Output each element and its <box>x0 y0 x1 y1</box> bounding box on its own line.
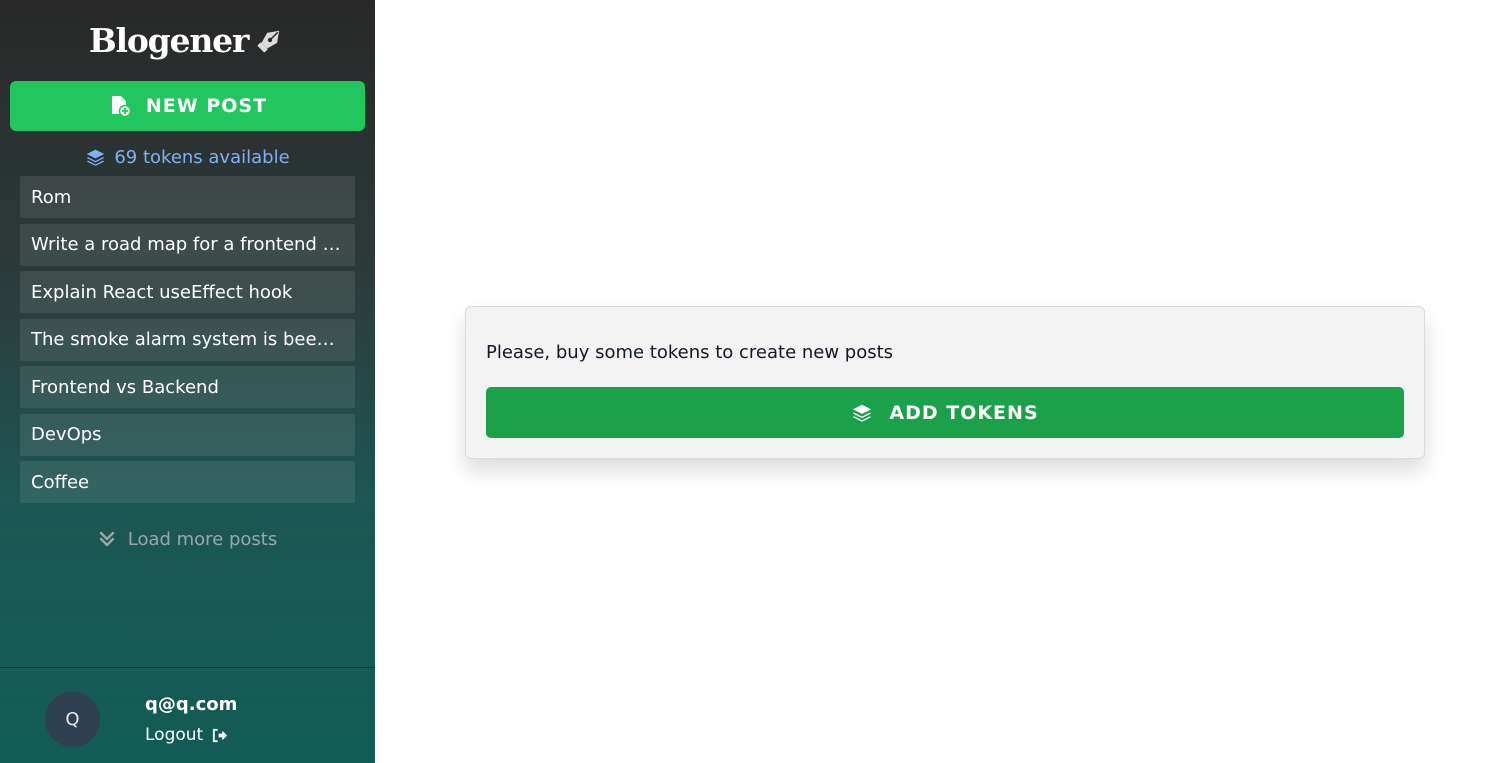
layer-group-icon <box>85 147 106 168</box>
avatar: Q <box>45 692 100 747</box>
load-more-label: Load more posts <box>127 528 278 550</box>
load-more-button[interactable]: Load more posts <box>0 525 375 553</box>
logout-link[interactable]: Logout <box>145 725 228 745</box>
buy-tokens-message: Please, buy some tokens to create new po… <box>486 342 894 363</box>
post-list-item[interactable]: DevOps <box>20 413 355 456</box>
post-list-item[interactable]: Coffee <box>20 461 355 503</box>
new-post-label: NEW POST <box>145 95 268 117</box>
chevrons-down-icon <box>98 530 116 548</box>
post-list-item[interactable]: Explain React useEffect hook <box>20 271 355 313</box>
pen-nib-icon <box>254 24 286 56</box>
logo[interactable]: Blogener <box>0 18 375 62</box>
post-list-item[interactable]: The smoke alarm system is beeping <box>20 318 355 361</box>
post-title: Frontend vs Backend <box>31 376 219 398</box>
post-title: DevOps <box>31 424 102 445</box>
post-title: Coffee <box>31 471 90 493</box>
post-title: Explain React useEffect hook <box>31 281 293 303</box>
tokens-available: 69 tokens available <box>0 144 375 170</box>
file-plus-icon <box>108 94 132 118</box>
tokens-label: 69 tokens available <box>114 146 290 168</box>
user-panel: Q q@q.com Logout <box>0 667 375 763</box>
post-title: Write a road map for a frontend develope… <box>31 234 344 255</box>
buy-tokens-card: Please, buy some tokens to create new po… <box>465 306 1425 459</box>
layer-group-icon <box>851 402 873 424</box>
sidebar: Blogener NEW POST 69 tokens available Ro… <box>0 0 375 763</box>
post-list-item[interactable]: Rom <box>20 176 355 218</box>
post-list-item[interactable]: Frontend vs Backend <box>20 366 355 408</box>
sign-out-icon <box>211 727 228 744</box>
post-title: The smoke alarm system is beeping <box>31 329 344 350</box>
add-tokens-label: ADD TOKENS <box>889 401 1039 424</box>
post-list: Rom Write a road map for a frontend deve… <box>20 176 355 509</box>
add-tokens-button[interactable]: ADD TOKENS <box>486 387 1404 438</box>
logo-text: Blogener <box>88 20 249 60</box>
logout-label: Logout <box>145 725 204 745</box>
post-title: Rom <box>31 186 72 208</box>
post-list-item[interactable]: Write a road map for a frontend develope… <box>20 223 355 266</box>
new-post-button[interactable]: NEW POST <box>10 81 365 131</box>
user-email: q@q.com <box>145 694 238 715</box>
